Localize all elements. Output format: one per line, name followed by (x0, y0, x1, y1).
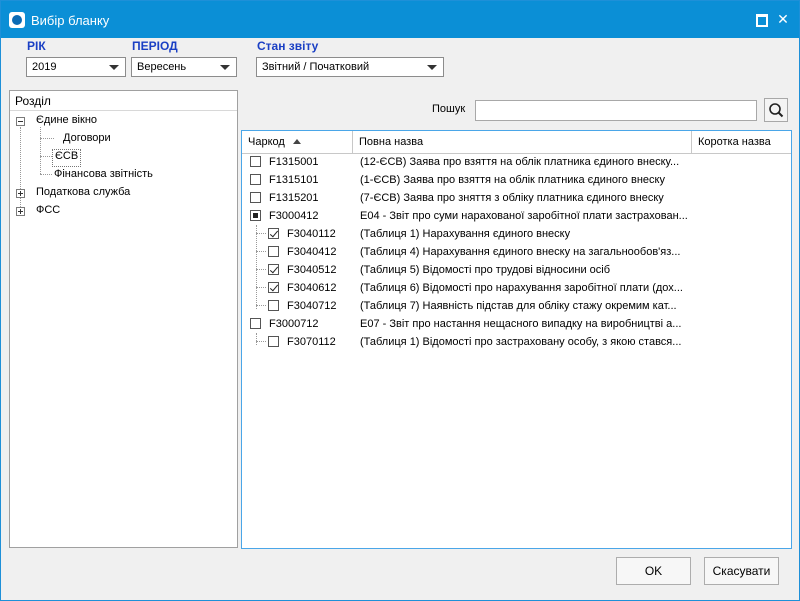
tree-header: Розділ (10, 91, 237, 111)
row-barcode: F3040712 (287, 300, 337, 312)
column-header-barcode[interactable]: Чаркод (242, 131, 353, 153)
maximize-icon (756, 14, 768, 27)
row-barcode: F1315001 (269, 156, 319, 168)
section-tree[interactable]: Розділ Єдине вікно Договори ЄСВ Фінансов… (9, 90, 238, 548)
chevron-down-icon (427, 65, 437, 70)
chevron-down-icon (109, 65, 119, 70)
row-checkbox[interactable] (268, 336, 279, 347)
row-checkbox[interactable] (250, 192, 261, 203)
table-row[interactable]: F3040712 (Таблиця 7) Наявність підстав дл… (242, 298, 791, 316)
row-full-name: (Таблиця 6) Відомості про нарахування за… (360, 282, 683, 294)
row-barcode: F3000712 (269, 318, 319, 330)
report-state-label: Стан звіту (257, 39, 319, 53)
table-row[interactable]: F1315001 (12-ЄСВ) Заява про взяття на обл… (242, 154, 791, 172)
row-full-name: Е04 - Звіт про суми нарахованої заробітн… (360, 210, 688, 222)
row-checkbox[interactable] (268, 300, 279, 311)
report-state-select[interactable]: Звітний / Початковий (256, 57, 444, 77)
tree-connector (40, 138, 54, 139)
collapse-icon[interactable] (16, 117, 25, 126)
row-barcode: F3000412 (269, 210, 319, 222)
window-title: Вибір бланку (31, 13, 110, 28)
search-icon (769, 103, 784, 118)
year-select[interactable]: 2019 (26, 57, 126, 77)
report-state-value: Звітний / Початковий (262, 61, 370, 73)
expand-icon[interactable] (16, 189, 25, 198)
table-header: Чаркод Повна назва Коротка назва (242, 131, 791, 154)
table-row[interactable]: F3000712 Е07 - Звіт про настання нещасног… (242, 316, 791, 334)
forms-table[interactable]: Чаркод Повна назва Коротка назва F131500… (241, 130, 792, 549)
search-input[interactable] (475, 100, 757, 121)
table-row[interactable]: F1315101 (1-ЄСВ) Заява про взяття на облі… (242, 172, 791, 190)
period-label: ПЕРІОД (132, 39, 178, 53)
row-barcode: F3040512 (287, 264, 337, 276)
row-full-name: (1-ЄСВ) Заява про взяття на облік платни… (360, 174, 665, 186)
row-checkbox[interactable] (268, 246, 279, 257)
row-checkbox[interactable] (250, 174, 261, 185)
row-barcode: F1315101 (269, 174, 319, 186)
row-checkbox[interactable] (268, 264, 279, 275)
close-icon: ✕ (777, 11, 789, 27)
row-checkbox[interactable] (268, 282, 279, 293)
tree-item-single-window[interactable]: Єдине вікно (36, 114, 97, 130)
tree-connector (40, 174, 52, 175)
cancel-button[interactable]: Скасувати (704, 557, 779, 585)
period-select[interactable]: Вересень (131, 57, 237, 77)
table-row[interactable]: F3040412 (Таблиця 4) Нарахування єдиного … (242, 244, 791, 262)
row-checkbox[interactable] (250, 156, 261, 167)
table-row[interactable]: F3040612 (Таблиця 6) Відомості про нараху… (242, 280, 791, 298)
tree-item-esv[interactable]: ЄСВ (51, 149, 82, 167)
row-barcode: F1315201 (269, 192, 319, 204)
table-row[interactable]: F3040512 (Таблиця 5) Відомості про трудов… (242, 262, 791, 280)
row-checkbox[interactable] (250, 210, 261, 221)
row-full-name: (Таблиця 1) Нарахування єдиного внеску (360, 228, 571, 240)
row-full-name: Е07 - Звіт про настання нещасного випадк… (360, 318, 682, 330)
table-row[interactable]: F3000412 Е04 - Звіт про суми нарахованої … (242, 208, 791, 226)
tree-item-financial-reports[interactable]: Фінансова звітність (54, 168, 153, 184)
row-barcode: F3040412 (287, 246, 337, 258)
tree-item-fss[interactable]: ФСС (36, 204, 60, 220)
tree-item-contracts[interactable]: Договори (63, 132, 111, 148)
dialog-window: Вибір бланку ✕ РІК 2019 ПЕРІОД Вересень … (0, 0, 800, 601)
tree-connector (40, 156, 52, 157)
year-select-value: 2019 (32, 61, 57, 73)
year-label: РІК (27, 39, 46, 53)
row-full-name: (Таблиця 1) Відомості про застраховану о… (360, 336, 682, 348)
row-barcode: F3040112 (287, 228, 336, 240)
row-checkbox[interactable] (268, 228, 279, 239)
maximize-button[interactable] (752, 10, 770, 28)
tree-header-label: Розділ (15, 94, 51, 108)
column-header-short-name[interactable]: Коротка назва (692, 131, 791, 153)
row-barcode: F3070112 (287, 336, 336, 348)
ok-button[interactable]: OK (616, 557, 691, 585)
table-row[interactable]: F3070112 (Таблиця 1) Відомості про застра… (242, 334, 791, 352)
row-full-name: (Таблиця 7) Наявність підстав для обліку… (360, 300, 677, 312)
chevron-down-icon (220, 65, 230, 70)
search-button[interactable] (764, 98, 788, 122)
table-row[interactable]: F3040112 (Таблиця 1) Нарахування єдиного … (242, 226, 791, 244)
tree-item-tax-service[interactable]: Податкова служба (36, 186, 130, 202)
title-bar[interactable]: Вибір бланку ✕ (1, 1, 799, 38)
column-header-barcode-label: Чаркод (248, 136, 285, 148)
period-select-value: Вересень (137, 61, 187, 73)
sort-ascending-icon (292, 139, 301, 144)
row-full-name: (Таблиця 5) Відомості про трудові віднос… (360, 264, 611, 276)
close-button[interactable]: ✕ (774, 10, 792, 28)
expand-icon[interactable] (16, 207, 25, 216)
row-full-name: (7-ЄСВ) Заява про зняття з обліку платни… (360, 192, 664, 204)
app-logo-icon (9, 12, 25, 28)
row-full-name: (Таблиця 4) Нарахування єдиного внеску н… (360, 246, 681, 258)
table-row[interactable]: F1315201 (7-ЄСВ) Заява про зняття з облік… (242, 190, 791, 208)
row-full-name: (12-ЄСВ) Заява про взяття на облік платн… (360, 156, 680, 168)
tree-connector (40, 127, 41, 174)
column-header-full-name[interactable]: Повна назва (353, 131, 692, 153)
tree-connector (20, 127, 21, 213)
row-barcode: F3040612 (287, 282, 337, 294)
search-label: Пошук (432, 103, 466, 115)
row-checkbox[interactable] (250, 318, 261, 329)
